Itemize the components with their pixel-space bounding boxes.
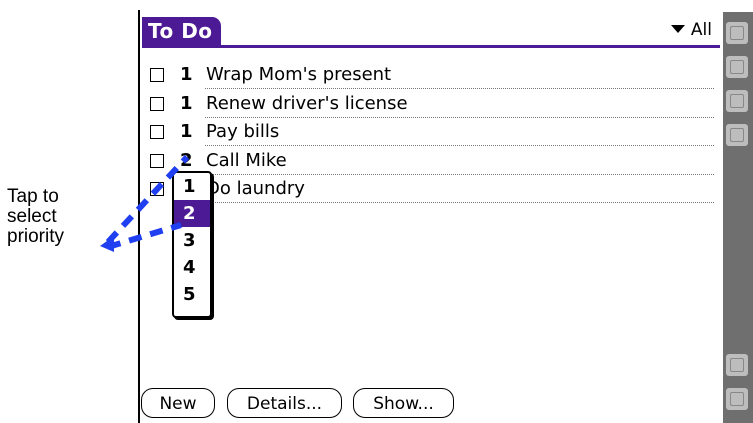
annotation-arrows [100, 154, 190, 252]
arrowhead-icon [100, 236, 114, 252]
annotation-line-lower [107, 222, 182, 250]
